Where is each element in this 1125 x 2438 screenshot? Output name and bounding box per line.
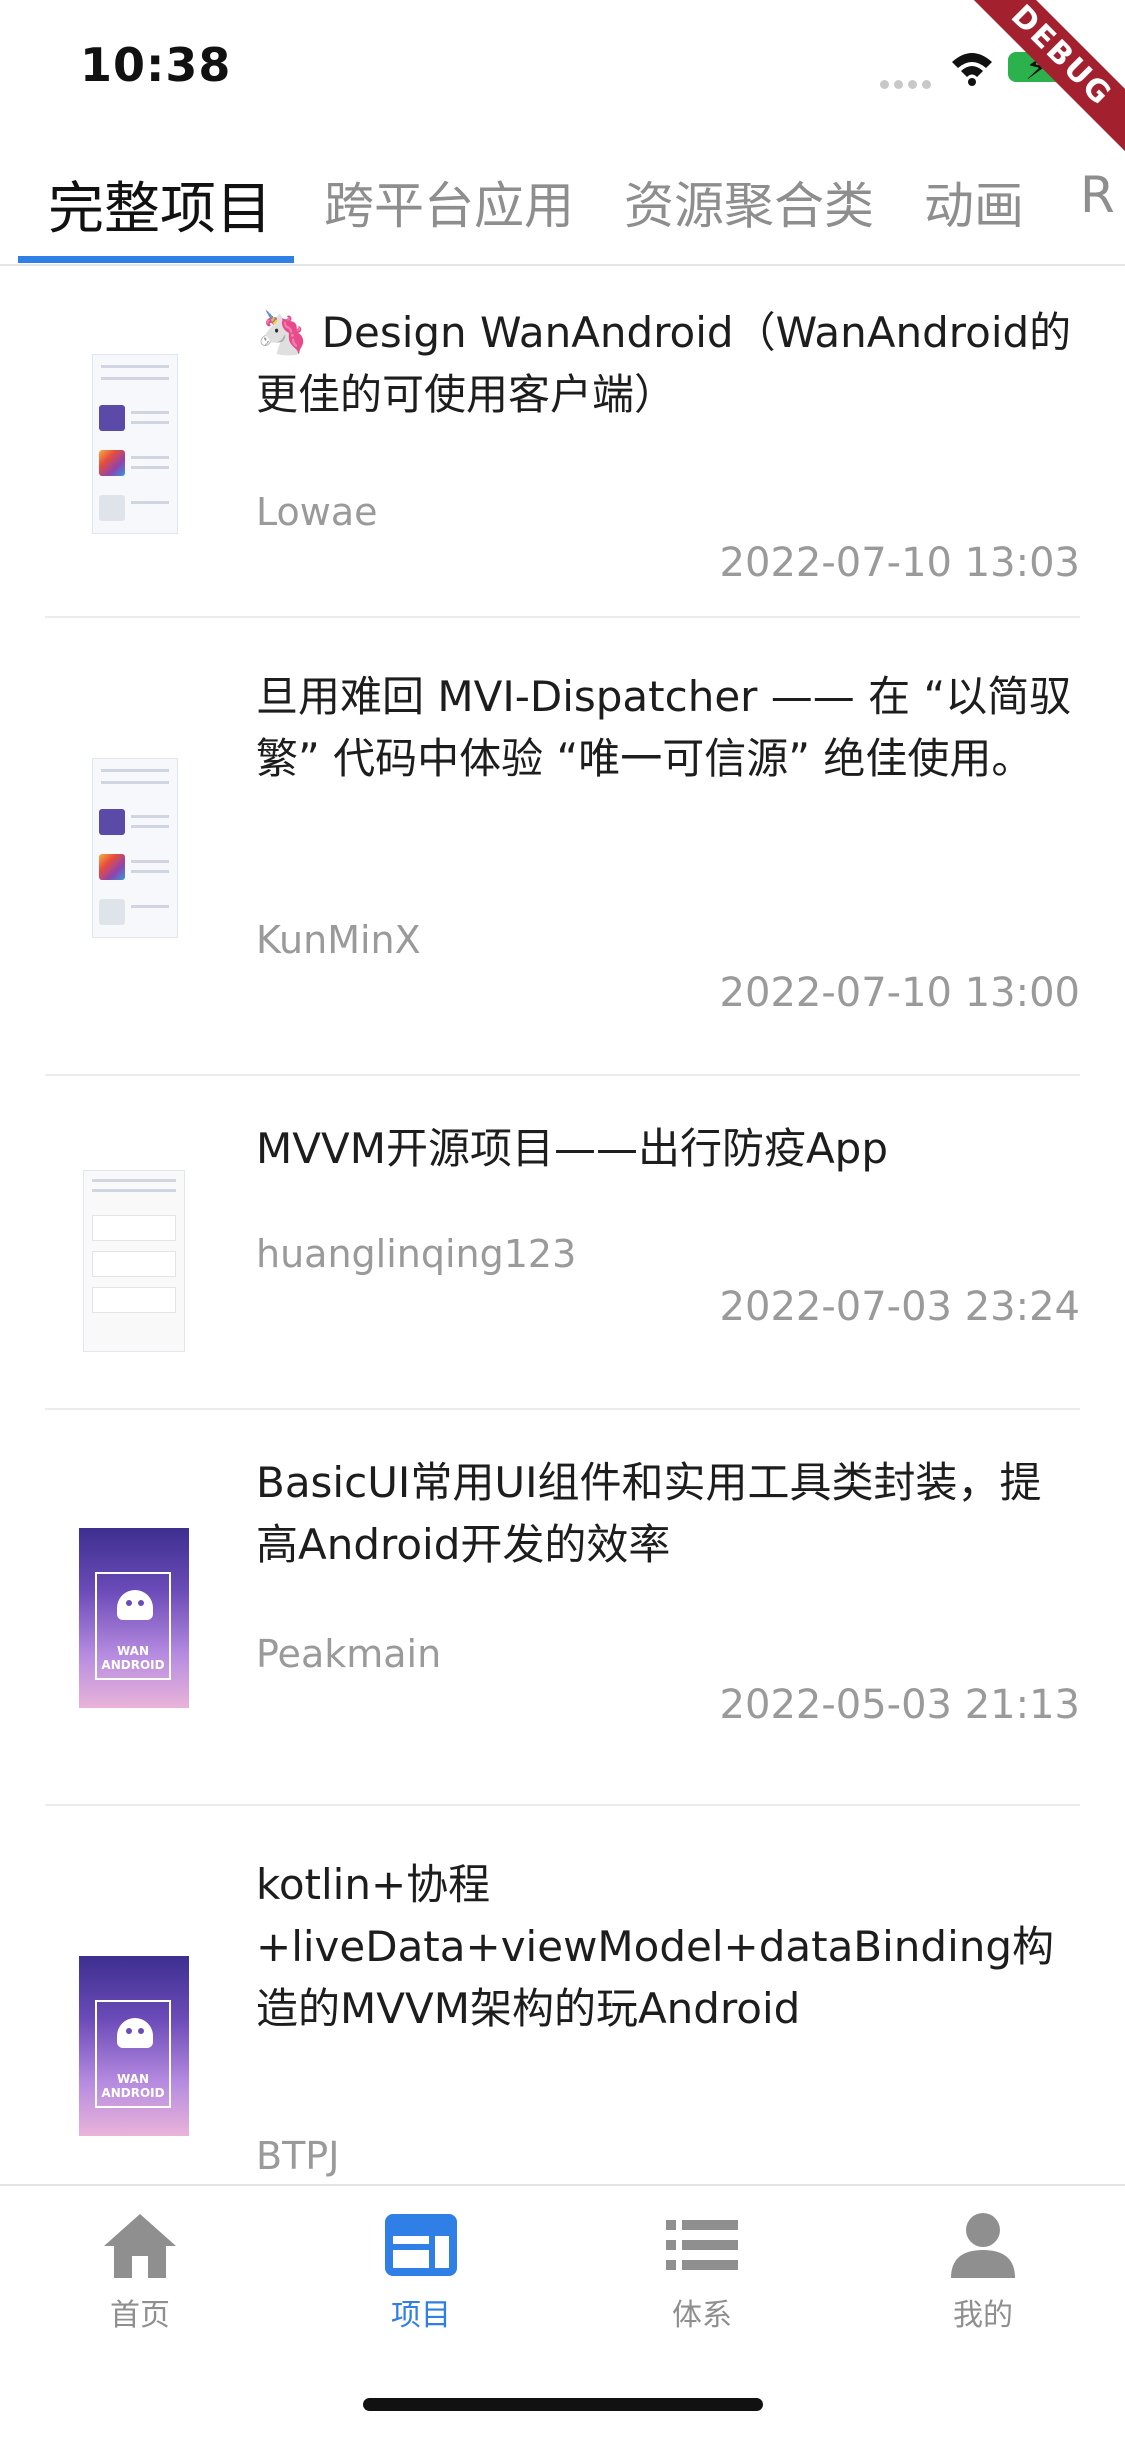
project-tab-bar: 完整项目 跨平台应用 资源聚合类 动画 R	[0, 132, 1125, 266]
list-item[interactable]: MVVM开源项目——出行防疫App huanglinqing123 2022-0…	[45, 1074, 1080, 1410]
item-author: Peakmain	[256, 1632, 442, 1676]
item-title: MVVM开源项目——出行防疫App	[256, 1124, 888, 1173]
item-author: BTPJ	[256, 2134, 340, 2178]
tab-indicator	[18, 256, 294, 263]
signal-icon	[880, 74, 936, 93]
projects-icon	[385, 2214, 457, 2276]
item-title: BasicUI常用UI组件和实用工具类封装，提高Android开发的效率	[256, 1458, 1042, 1569]
list-item[interactable]: 🦄 Design WanAndroid（WanAndroid的更佳的可使用客户端…	[45, 266, 1080, 618]
list-icon	[666, 2220, 738, 2270]
item-date: 2022-07-10 13:00	[719, 970, 1080, 1016]
tab-complete-projects[interactable]: 完整项目	[48, 164, 272, 245]
tab-animation[interactable]: 动画	[924, 166, 1024, 238]
project-thumbnail: WAN ANDROID	[79, 1956, 189, 2136]
nav-projects[interactable]: 项目	[321, 2210, 521, 2334]
list-item[interactable]: WAN ANDROID BasicUI常用UI组件和实用工具类封装，提高Andr…	[45, 1408, 1080, 1806]
project-thumbnail	[92, 354, 178, 534]
item-title: 旦用难回 MVI-Dispatcher —— 在 “以简驭繁” 代码中体验 “唯…	[256, 672, 1072, 783]
item-date: 2022-07-10 13:03	[719, 540, 1080, 586]
project-thumbnail: WAN ANDROID	[79, 1528, 189, 1708]
wifi-icon	[952, 53, 992, 86]
status-time: 10:38	[80, 38, 232, 92]
nav-system[interactable]: 体系	[602, 2210, 802, 2334]
project-thumbnail	[92, 758, 178, 938]
item-title: 🦄 Design WanAndroid（WanAndroid的更佳的可使用客户端…	[256, 308, 1072, 419]
nav-home[interactable]: 首页	[40, 2210, 240, 2334]
home-icon	[104, 2214, 176, 2278]
home-indicator[interactable]	[363, 2398, 763, 2411]
project-list: 🦄 Design WanAndroid（WanAndroid的更佳的可使用客户端…	[0, 266, 1125, 2184]
project-thumbnail	[83, 1170, 185, 1352]
list-item[interactable]: 旦用难回 MVI-Dispatcher —— 在 “以简驭繁” 代码中体验 “唯…	[45, 616, 1080, 1076]
status-bar: 10:38 ⚡ DEBUG	[0, 0, 1125, 178]
tab-cross-platform[interactable]: 跨平台应用	[324, 166, 574, 238]
nav-mine[interactable]: 我的	[883, 2210, 1083, 2334]
list-item[interactable]: WAN ANDROID kotlin+协程+liveData+viewModel…	[45, 1804, 1080, 2184]
profile-icon	[951, 2213, 1015, 2278]
item-author: KunMinX	[256, 918, 421, 962]
item-date: 2022-07-03 23:24	[719, 1284, 1080, 1330]
tab-resource-aggregation[interactable]: 资源聚合类	[624, 166, 874, 238]
item-author: huanglinqing123	[256, 1232, 577, 1276]
item-author: Lowae	[256, 490, 378, 534]
tab-more[interactable]: R	[1080, 166, 1115, 224]
item-title: kotlin+协程+liveData+viewModel+dataBinding…	[256, 1860, 1055, 2033]
item-date: 2022-05-03 21:13	[719, 1682, 1080, 1728]
